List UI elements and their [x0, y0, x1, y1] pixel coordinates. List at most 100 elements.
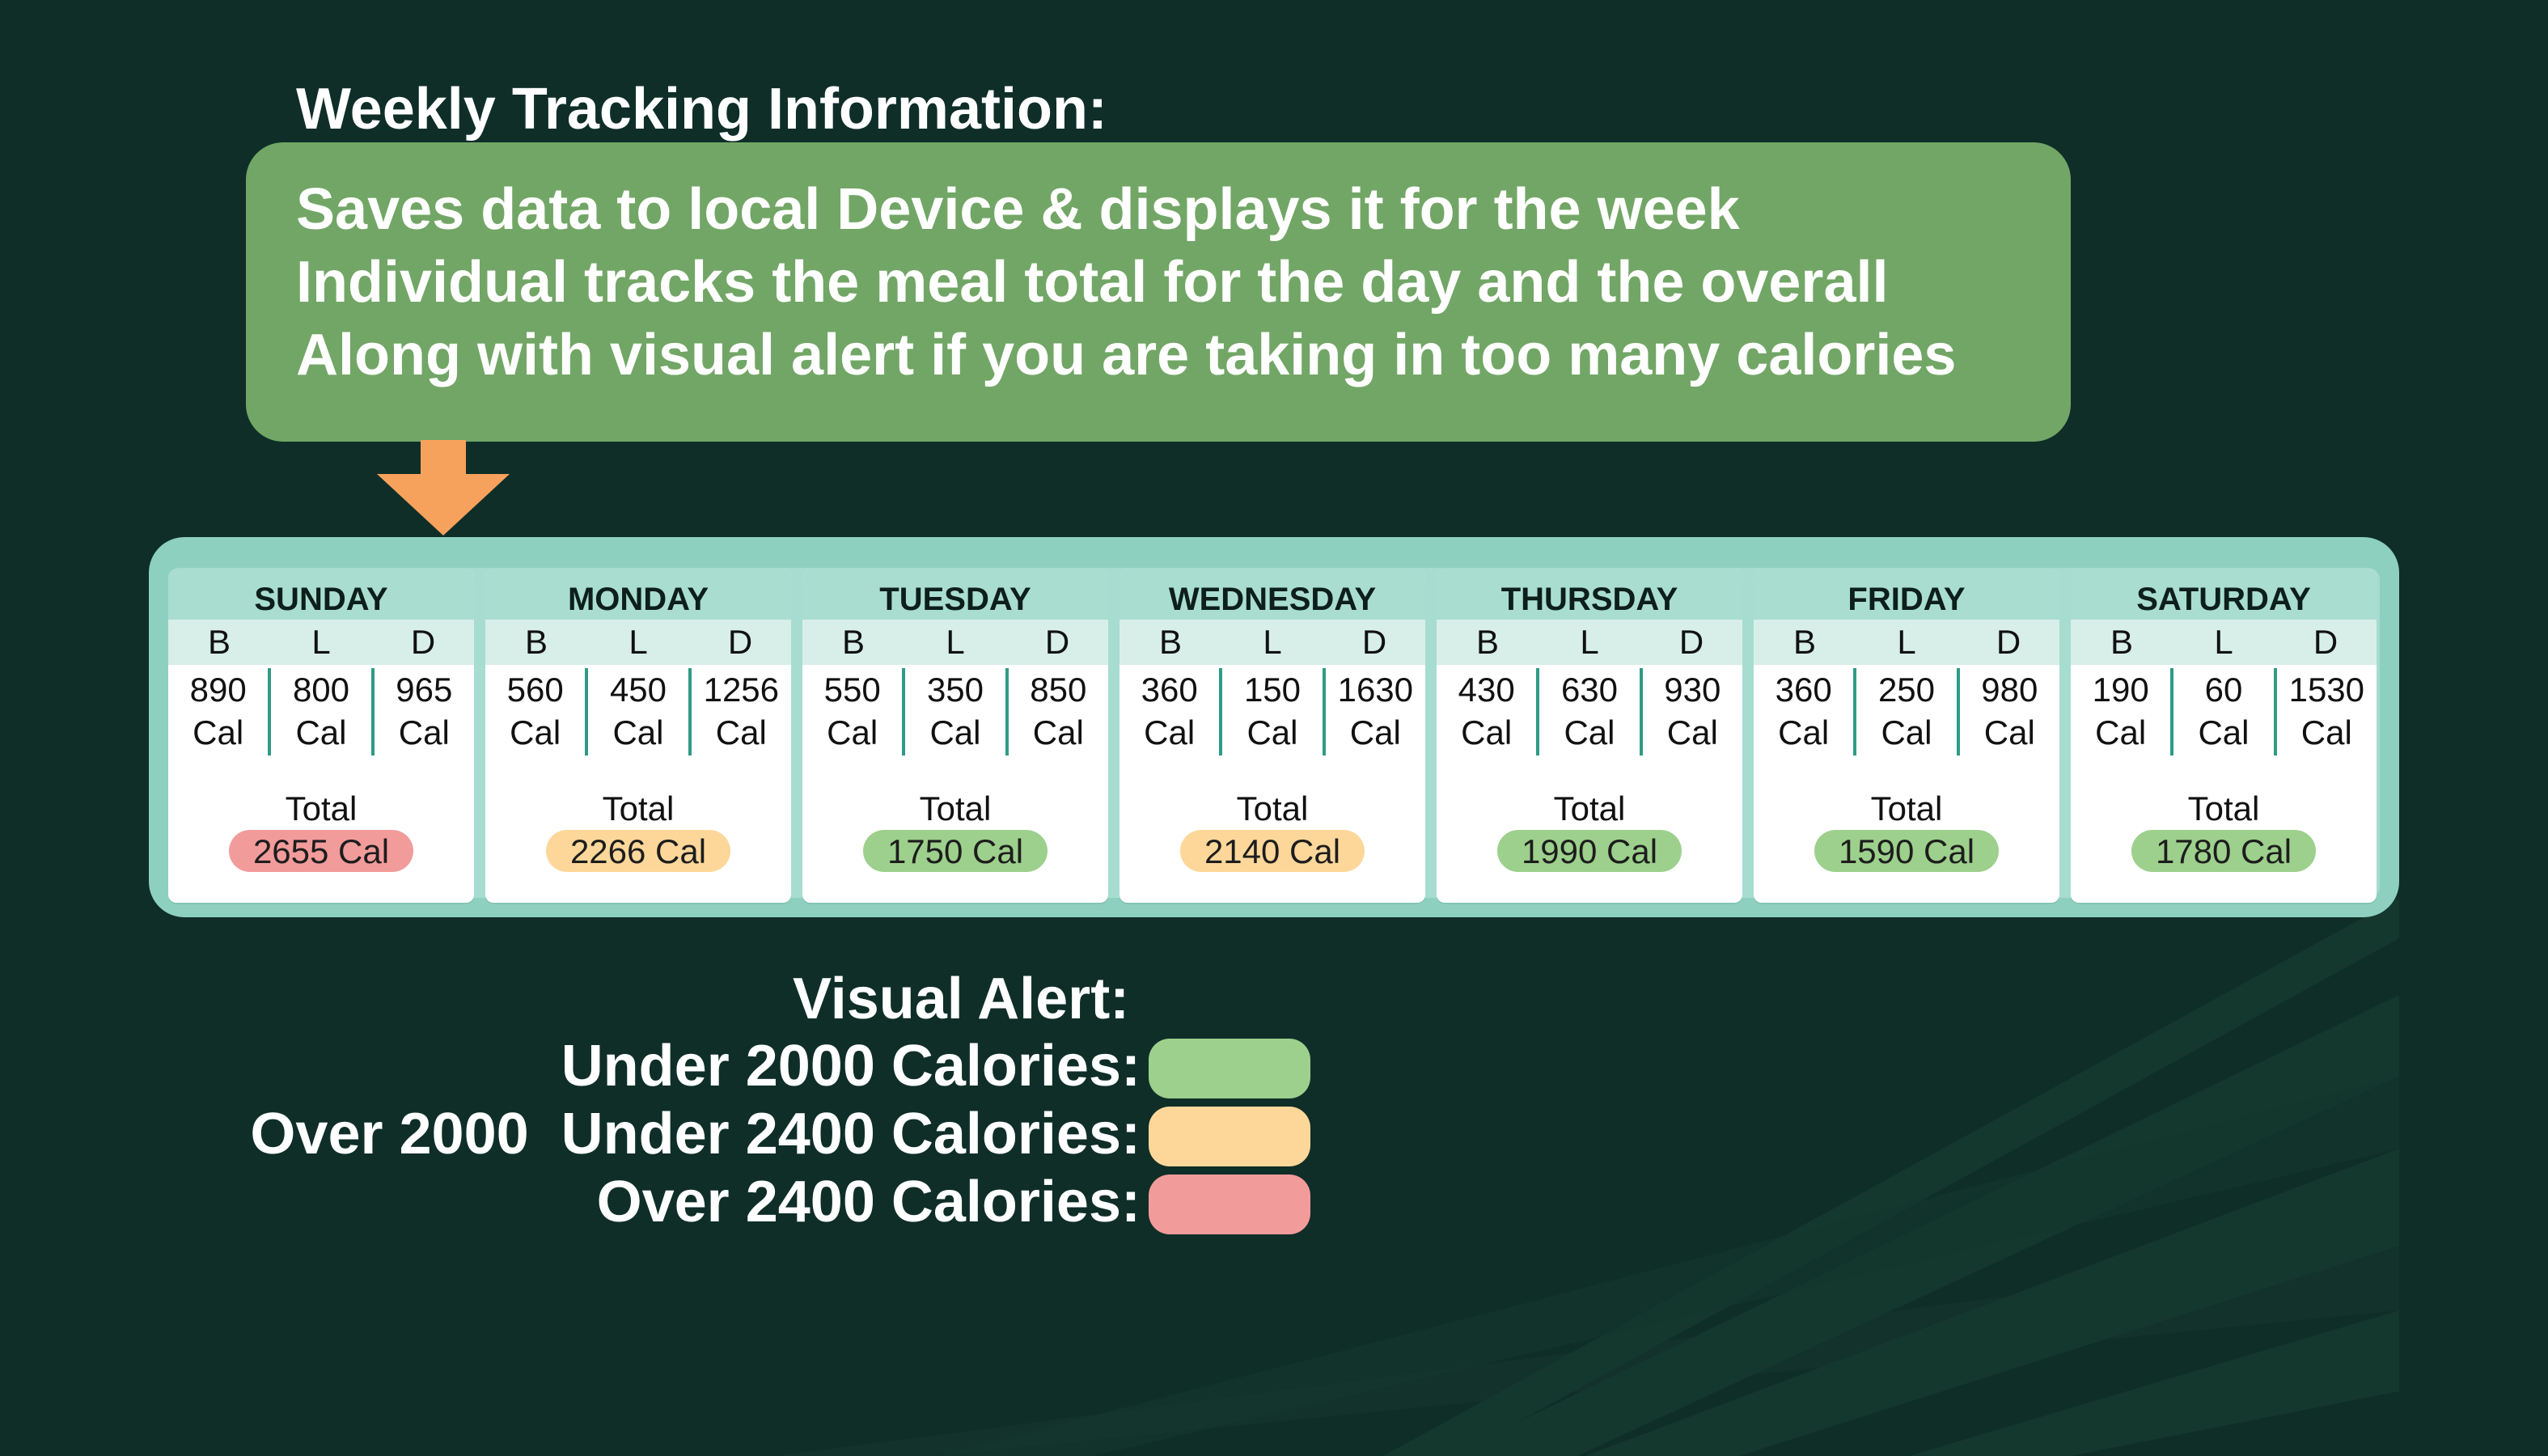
meal-calorie-value: 550: [823, 671, 881, 709]
meal-calories: 965 Cal: [375, 668, 474, 756]
total-status-badge: 1990 Cal: [1497, 830, 1682, 872]
meal-calories: 360 Cal: [1120, 668, 1223, 756]
day-card: MONDAY B L D 560 Cal 450 Cal 1256 Cal Total 2266 Ca…: [485, 569, 791, 903]
legend-color-swatch: [1149, 1107, 1310, 1166]
legend-label: Over 2000 Under 2400 Calories:: [250, 1102, 1141, 1166]
meal-header-row: BLD: [2071, 620, 2377, 665]
meal-header: L: [1897, 623, 1916, 661]
meal-calories: 850 Cal: [1009, 668, 1108, 756]
meal-calorie-unit: Cal: [929, 713, 981, 751]
meal-calories: 430 Cal: [1437, 668, 1540, 756]
legend-color-swatch: [1149, 1039, 1310, 1098]
meal-calories: 360 Cal: [1754, 668, 1857, 756]
meal-calorie-unit: Cal: [612, 713, 664, 751]
meal-header: B: [2110, 623, 2133, 661]
meal-header: D: [1996, 623, 2021, 661]
meal-calorie-unit: Cal: [2300, 713, 2352, 751]
meal-calories: 350 Cal: [905, 668, 1009, 756]
meal-header: B: [1792, 623, 1816, 661]
meal-header-row: BLD: [1437, 620, 1742, 665]
weekly-tracker: SUNDAY B L D 890 Cal 800 Cal 965 Cal Total 2655 Cal…: [149, 537, 2399, 917]
meal-header: D: [410, 623, 436, 661]
meal-header: B: [1475, 623, 1499, 661]
day-name: TUESDAY: [802, 569, 1108, 620]
meal-calorie-unit: Cal: [1778, 713, 1830, 751]
meal-calories: 630 Cal: [1539, 668, 1643, 756]
meal-values-row: 190 Cal 60 Cal 1530 Cal: [2071, 668, 2377, 756]
meal-header: D: [1361, 623, 1387, 661]
total-status-badge: 1590 Cal: [1814, 830, 1999, 872]
meal-values-row: 360 Cal 250 Cal 980 Cal: [1754, 668, 2059, 756]
meal-calorie-value: 850: [1030, 671, 1087, 709]
meal-calorie-value: 60: [2204, 671, 2243, 709]
total-status-badge: 1780 Cal: [2131, 830, 2316, 872]
meal-calorie-value: 150: [1243, 671, 1302, 709]
meal-calorie-unit: Cal: [193, 713, 244, 751]
day-name: SUNDAY: [168, 569, 474, 620]
meal-values-row: 430 Cal 630 Cal 930 Cal: [1437, 668, 1742, 756]
meal-calories: 560 Cal: [485, 668, 589, 756]
meal-calories: 150 Cal: [1222, 668, 1326, 756]
meal-calorie-unit: Cal: [1564, 713, 1615, 751]
info-callout: Saves data to local Device & displays it…: [246, 142, 2071, 442]
meal-calorie-value: 1256: [703, 671, 780, 709]
meal-header-row: BLD: [168, 620, 474, 665]
meal-calorie-value: 450: [609, 671, 667, 709]
total-label: Total: [1236, 789, 1309, 827]
meal-calories: 1630 Cal: [1326, 668, 1425, 756]
meal-calorie-value: 800: [292, 671, 350, 709]
meal-calories: 450 Cal: [588, 668, 692, 756]
page-heading: Weekly Tracking Information:: [296, 77, 1107, 142]
meal-calories: 550 Cal: [802, 668, 906, 756]
meal-calorie-unit: Cal: [2095, 713, 2147, 751]
meal-header: L: [1580, 623, 1599, 661]
meal-calorie-value: 630: [1560, 671, 1619, 709]
meal-header: B: [524, 623, 548, 661]
meal-header: B: [1158, 623, 1182, 661]
total-status-badge: 1750 Cal: [863, 830, 1048, 872]
meal-header-row: BLD: [485, 620, 791, 665]
meal-header-row: BLD: [802, 620, 1108, 665]
meal-calories: 890 Cal: [168, 668, 272, 756]
info-line: Saves data to local Device & displays it…: [296, 177, 1740, 242]
info-line: Individual tracks the meal total for the…: [296, 250, 1889, 315]
total-label: Total: [919, 789, 992, 827]
total-label: Total: [1553, 789, 1626, 827]
meal-header: L: [946, 623, 965, 661]
day-name: MONDAY: [485, 569, 791, 620]
meal-calorie-value: 360: [1141, 671, 1198, 709]
meal-calorie-unit: Cal: [827, 713, 878, 751]
meal-header: L: [2214, 623, 2233, 661]
day-name: WEDNESDAY: [1120, 569, 1425, 620]
meal-header: B: [207, 623, 231, 661]
meal-calorie-value: 930: [1664, 671, 1721, 709]
legend-color-swatch: [1149, 1175, 1310, 1234]
legend-label: Over 2400 Calories:: [596, 1170, 1141, 1234]
meal-calorie-unit: Cal: [1461, 713, 1513, 751]
meal-header: B: [841, 623, 865, 661]
down-arrow-icon: [377, 440, 510, 535]
meal-values-row: 890 Cal 800 Cal 965 Cal: [168, 668, 474, 756]
meal-header: L: [629, 623, 648, 661]
meal-calorie-value: 980: [1981, 671, 2038, 709]
meal-header: D: [727, 623, 753, 661]
meal-calorie-value: 1630: [1337, 671, 1414, 709]
meal-calorie-unit: Cal: [1666, 713, 1718, 751]
meal-header: D: [1678, 623, 1704, 661]
meal-values-row: 550 Cal 350 Cal 850 Cal: [802, 668, 1108, 756]
info-line: Along with visual alert if you are takin…: [296, 323, 1957, 387]
total-label: Total: [1870, 789, 1943, 827]
meal-calories: 190 Cal: [2071, 668, 2174, 756]
legend-label: Under 2000 Calories:: [561, 1034, 1141, 1098]
day-card: TUESDAY B L D 550 Cal 350 Cal 850 Cal Total 1750 Ca…: [802, 569, 1108, 903]
meal-calorie-unit: Cal: [1881, 713, 1932, 751]
day-card: SATURDAY B L D 190 Cal 60 Cal 1530 Cal Total 1780 C…: [2071, 569, 2377, 903]
day-name: FRIDAY: [1754, 569, 2059, 620]
meal-calorie-unit: Cal: [398, 713, 450, 751]
day-card: WEDNESDAY B L D 360 Cal 150 Cal 1630 Cal Total 2140…: [1120, 569, 1425, 903]
meal-calorie-unit: Cal: [295, 713, 347, 751]
meal-calories: 60 Cal: [2173, 668, 2277, 756]
meal-calories: 1530 Cal: [2277, 668, 2377, 756]
meal-header-row: BLD: [1754, 620, 2059, 665]
meal-calorie-value: 360: [1775, 671, 1832, 709]
